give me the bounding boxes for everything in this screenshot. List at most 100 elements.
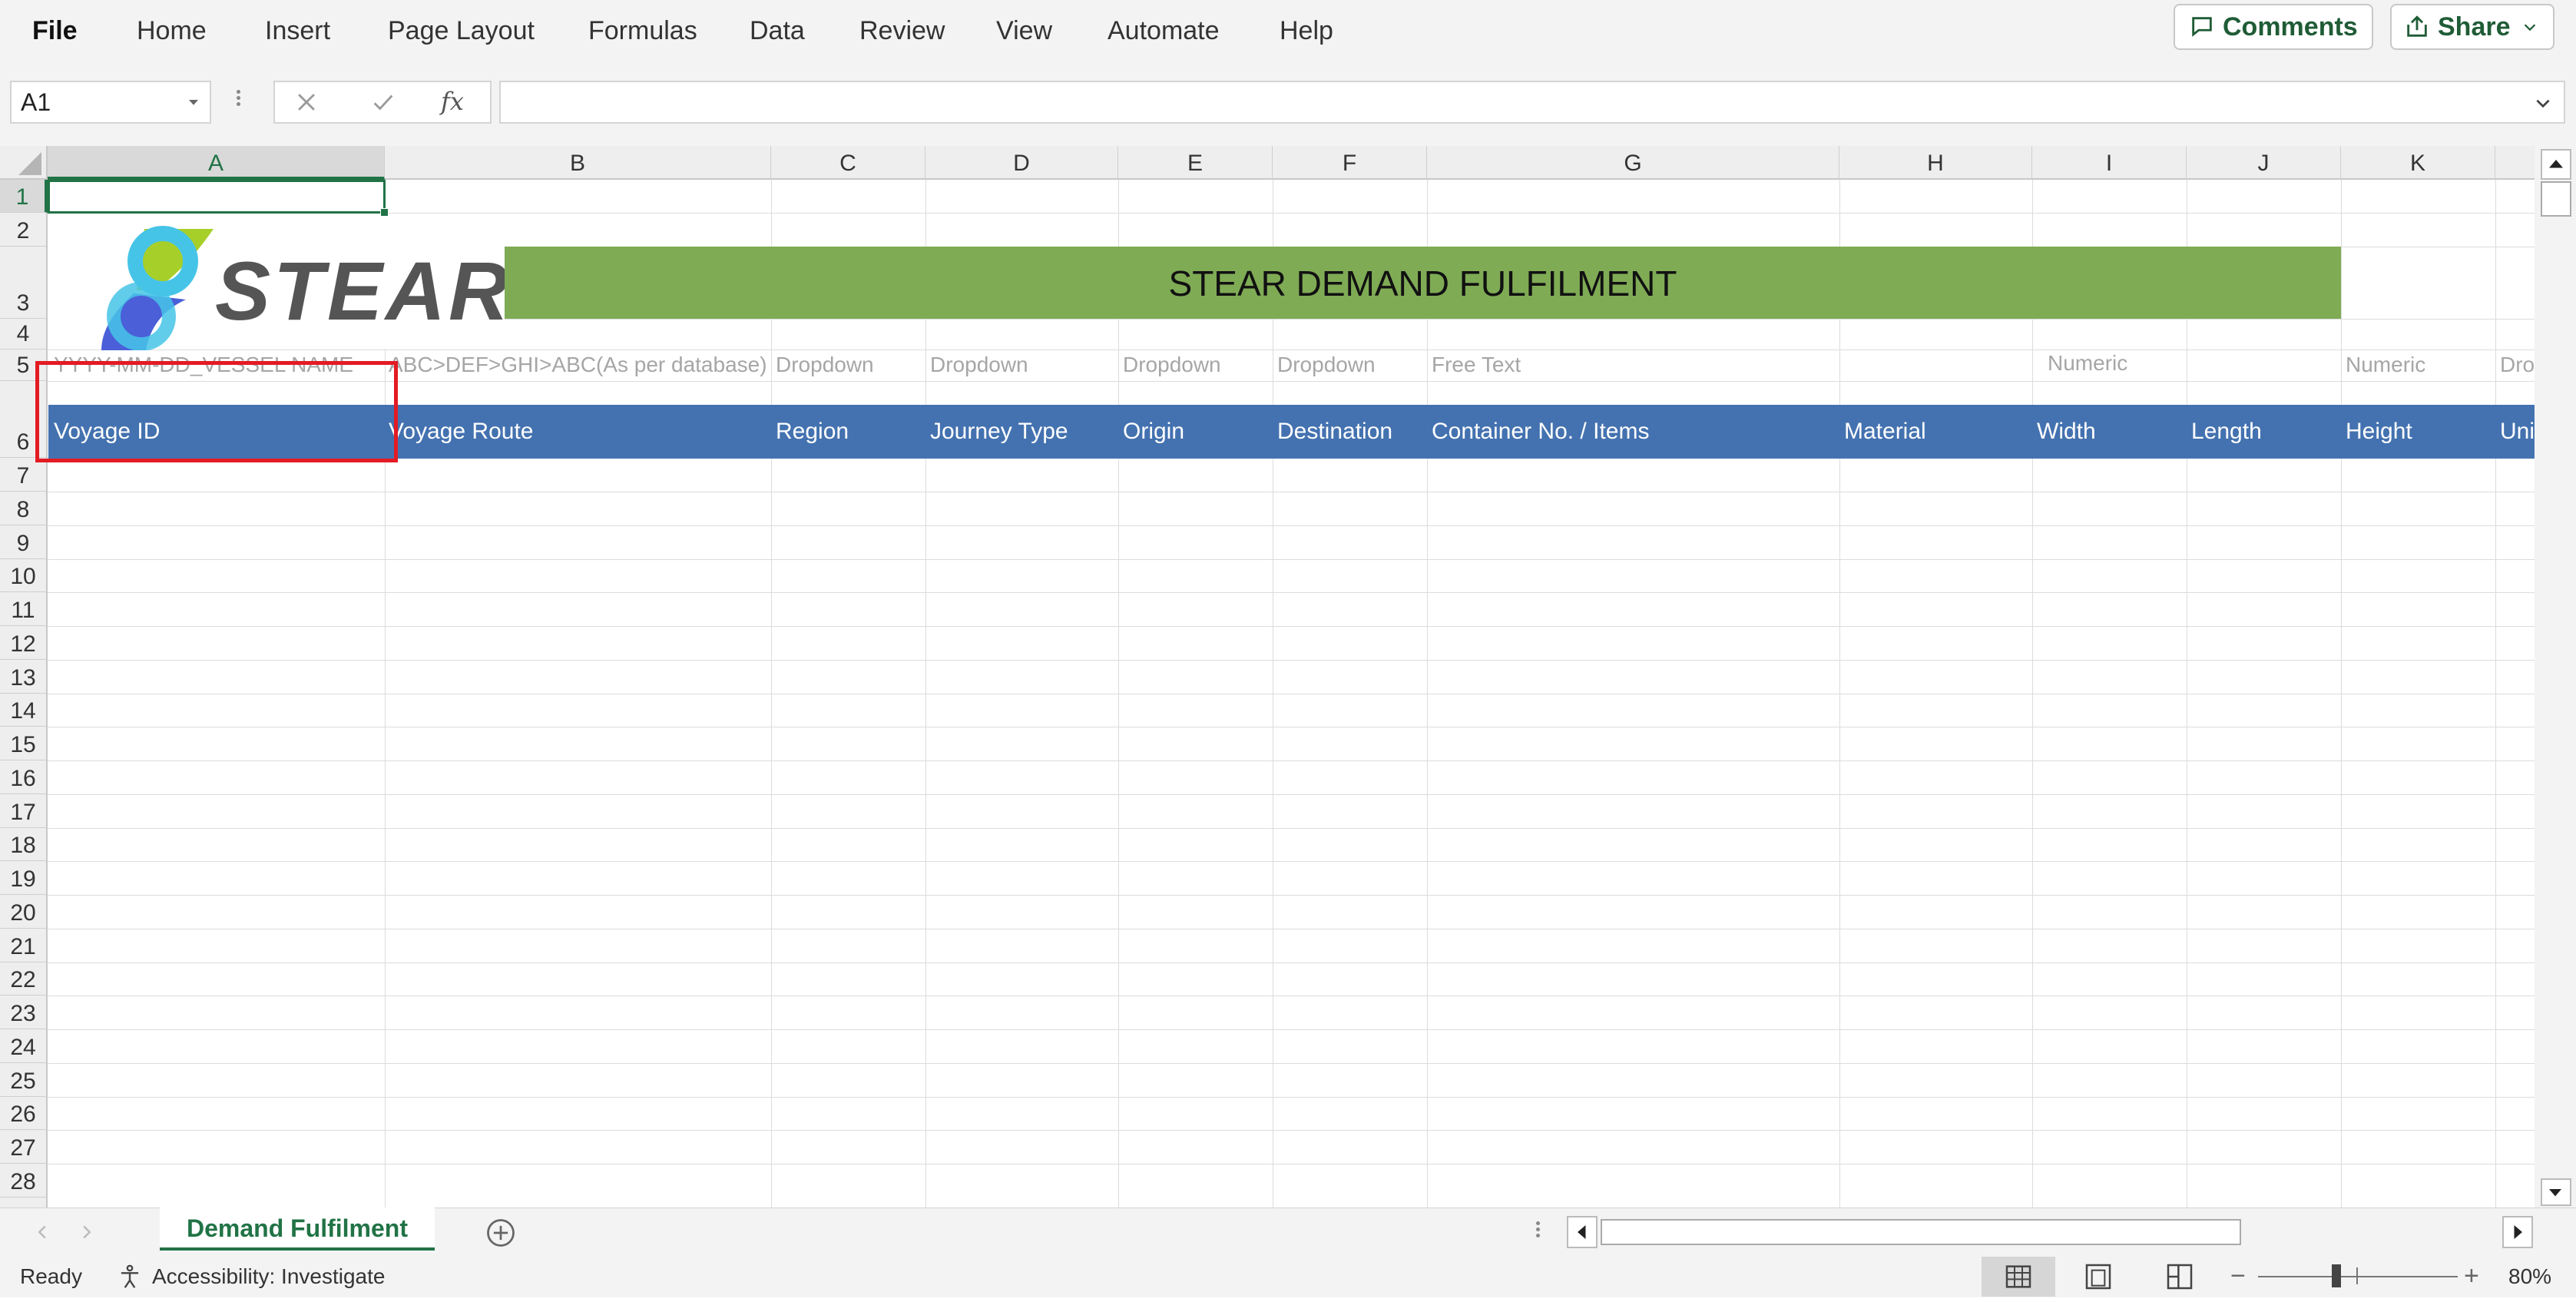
tab-splitter[interactable] <box>1536 1219 1541 1247</box>
chevron-down-icon[interactable] <box>2533 93 2553 113</box>
enter-icon[interactable] <box>370 89 396 115</box>
chevron-down-icon[interactable] <box>187 95 200 109</box>
row-header-15[interactable]: 15 <box>0 727 48 760</box>
hint-unit: Dro <box>2500 353 2535 376</box>
hint-voyage-route: ABC>DEF>GHI>ABC(As per database) <box>389 353 767 376</box>
row-header-3[interactable]: 3 <box>0 247 48 319</box>
tab-help[interactable]: Help <box>1280 0 1333 60</box>
row-header-1[interactable]: 1 <box>0 180 48 213</box>
row-header-22[interactable]: 22 <box>0 962 48 996</box>
tab-review[interactable]: Review <box>859 0 945 60</box>
column-header-g[interactable]: G <box>1427 146 1839 180</box>
tab-data[interactable]: Data <box>750 0 805 60</box>
row-header-23[interactable]: 23 <box>0 996 48 1029</box>
row-header-17[interactable]: 17 <box>0 794 48 828</box>
row-header-19[interactable]: 19 <box>0 861 48 895</box>
tab-view[interactable]: View <box>996 0 1052 60</box>
normal-view-button[interactable] <box>1982 1257 2055 1297</box>
row-header-11[interactable]: 11 <box>0 592 48 626</box>
row-header-16[interactable]: 16 <box>0 760 48 794</box>
row-header-7[interactable]: 7 <box>0 458 48 492</box>
normal-view-icon <box>2005 1265 2031 1288</box>
stear-logo-mark-icon <box>101 226 214 350</box>
zoom-slider-track[interactable] <box>2258 1276 2458 1277</box>
column-header-k[interactable]: K <box>2341 146 2495 180</box>
gridline <box>48 828 2535 829</box>
column-header-c[interactable]: C <box>771 146 925 180</box>
hint-origin: Dropdown <box>1123 353 1221 376</box>
accessibility-status[interactable]: Accessibility: Investigate <box>152 1255 385 1298</box>
add-sheet-icon[interactable] <box>484 1216 518 1250</box>
column-header-d[interactable]: D <box>925 146 1118 180</box>
gridline <box>48 592 2535 593</box>
row-header-28[interactable]: 28 <box>0 1164 48 1198</box>
row-header-20[interactable]: 20 <box>0 895 48 929</box>
gridline <box>48 1164 2535 1165</box>
share-icon <box>2407 15 2427 37</box>
tab-home[interactable]: Home <box>137 0 207 60</box>
row-header-14[interactable]: 14 <box>0 694 48 727</box>
tab-insert[interactable]: Insert <box>265 0 330 60</box>
column-header-j[interactable]: J <box>2187 146 2341 180</box>
next-sheet-icon[interactable] <box>75 1221 98 1244</box>
row-header-4[interactable]: 4 <box>0 319 48 350</box>
column-header-b[interactable]: B <box>385 146 771 180</box>
selected-cell-a1[interactable] <box>48 180 386 214</box>
row-header-18[interactable]: 18 <box>0 828 48 861</box>
row-header-29[interactable] <box>0 1198 48 1208</box>
fill-handle[interactable] <box>380 208 389 217</box>
page-break-icon[interactable] <box>2164 1261 2195 1292</box>
accessibility-icon[interactable] <box>115 1262 144 1291</box>
zoom-in-button[interactable]: + <box>2464 1255 2479 1297</box>
chevron-left-icon <box>1578 1225 1586 1239</box>
row-header-24[interactable]: 24 <box>0 1029 48 1063</box>
row-header-27[interactable]: 27 <box>0 1130 48 1164</box>
fx-icon[interactable]: fx <box>441 87 464 116</box>
row-header-9[interactable]: 9 <box>0 525 48 559</box>
tab-automate[interactable]: Automate <box>1108 0 1220 60</box>
scroll-thumb[interactable] <box>2541 181 2571 217</box>
header-width: Width <box>2037 419 2096 444</box>
row-header-26[interactable]: 26 <box>0 1097 48 1130</box>
column-header-h[interactable]: H <box>1839 146 2032 180</box>
row-header-21[interactable]: 21 <box>0 929 48 962</box>
row-header-2[interactable]: 2 <box>0 213 48 247</box>
sheet-tab-demand-fulfilment[interactable]: Demand Fulfilment <box>160 1208 435 1251</box>
zoom-level[interactable]: 80% <box>2508 1255 2551 1298</box>
formula-input[interactable] <box>499 81 2565 124</box>
name-box[interactable]: A1 <box>10 81 211 124</box>
horizontal-scrollbar[interactable] <box>1567 1216 2535 1248</box>
tab-file[interactable]: File <box>32 0 78 60</box>
hint-height: Numeric <box>2346 353 2426 376</box>
share-button[interactable]: Share <box>2390 4 2554 50</box>
scroll-down-button[interactable] <box>2541 1178 2571 1206</box>
zoom-slider-thumb[interactable] <box>2332 1264 2341 1287</box>
tab-page-layout[interactable]: Page Layout <box>388 0 535 60</box>
horizontal-scroll-thumb[interactable] <box>1601 1219 2241 1245</box>
row-header-10[interactable]: 10 <box>0 559 48 592</box>
row-header-13[interactable]: 13 <box>0 660 48 694</box>
scroll-up-button[interactable] <box>2541 149 2571 180</box>
chevron-down-icon[interactable] <box>2521 18 2538 35</box>
column-header-f[interactable]: F <box>1273 146 1427 180</box>
row-header-12[interactable]: 12 <box>0 626 48 660</box>
gridline <box>48 559 2535 560</box>
prev-sheet-icon[interactable] <box>31 1221 54 1244</box>
scroll-right-button[interactable] <box>2502 1216 2533 1248</box>
scroll-left-button[interactable] <box>1567 1216 1598 1248</box>
row-header-25[interactable]: 25 <box>0 1063 48 1097</box>
column-header-a[interactable]: A <box>48 146 385 180</box>
select-all-corner[interactable] <box>0 146 48 180</box>
vertical-scrollbar[interactable] <box>2535 146 2576 1208</box>
column-header-e[interactable]: E <box>1118 146 1273 180</box>
row-header-8[interactable]: 8 <box>0 492 48 525</box>
zoom-out-button[interactable]: − <box>2230 1255 2246 1297</box>
formula-bar-splitter[interactable] <box>237 88 241 118</box>
tab-formulas[interactable]: Formulas <box>588 0 697 60</box>
column-header-l[interactable] <box>2495 146 2535 180</box>
cancel-icon[interactable] <box>293 89 320 115</box>
column-header-i[interactable]: I <box>2032 146 2187 180</box>
comments-button[interactable]: Comments <box>2174 4 2373 50</box>
sheet-tab-bar: Demand Fulfilment <box>0 1208 2576 1256</box>
page-layout-icon[interactable] <box>2083 1261 2114 1292</box>
